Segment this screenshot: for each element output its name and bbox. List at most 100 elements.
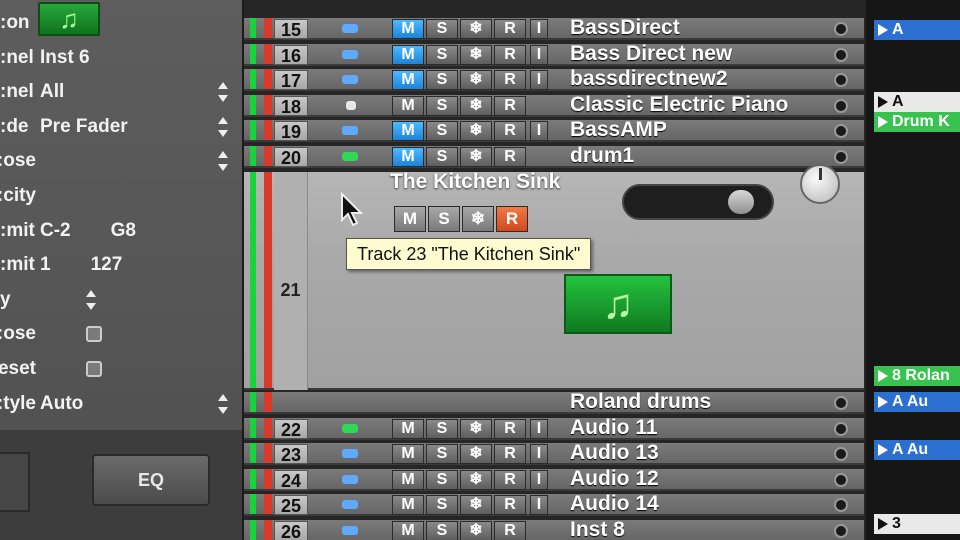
record-button[interactable]: R bbox=[494, 147, 526, 167]
solo-button[interactable]: S bbox=[426, 469, 458, 490]
solo-button[interactable]: S bbox=[426, 147, 458, 167]
record-button[interactable]: R bbox=[494, 121, 526, 142]
track-options-icon[interactable] bbox=[834, 98, 848, 113]
checkbox[interactable] bbox=[86, 361, 102, 377]
arrange-region[interactable]: A Au bbox=[874, 392, 960, 412]
solo-button[interactable]: S bbox=[426, 121, 458, 142]
track-options-icon[interactable] bbox=[834, 73, 848, 88]
stepper-arrows-icon[interactable] bbox=[218, 393, 228, 414]
record-button[interactable]: R bbox=[494, 95, 526, 116]
track-number[interactable]: 21 bbox=[274, 172, 308, 390]
record-button[interactable]: R bbox=[494, 44, 526, 65]
track-name[interactable]: BassAMP bbox=[570, 118, 667, 142]
mute-button[interactable]: M bbox=[394, 206, 426, 232]
track-options-icon[interactable] bbox=[834, 396, 848, 410]
input-monitor-button[interactable]: I bbox=[530, 44, 548, 65]
inspector-value-2[interactable]: 127 bbox=[91, 254, 123, 276]
record-button[interactable]: R bbox=[494, 19, 526, 39]
mute-button[interactable]: M bbox=[392, 418, 424, 439]
track-name[interactable]: BassDirect bbox=[570, 16, 680, 40]
arrange-region[interactable]: 8 Rolan bbox=[874, 366, 960, 386]
mute-button[interactable]: M bbox=[392, 495, 424, 516]
track-row[interactable]: 22 M S ❄ R I Audio 11 bbox=[244, 416, 864, 440]
mute-button[interactable]: M bbox=[392, 19, 424, 39]
solo-button[interactable]: S bbox=[426, 70, 458, 91]
stepper-arrows-icon[interactable] bbox=[218, 116, 228, 137]
track-number[interactable]: 20 bbox=[274, 147, 308, 168]
track-options-icon[interactable] bbox=[834, 498, 848, 513]
inspector-value[interactable]: All bbox=[40, 81, 64, 103]
track-number[interactable]: 26 bbox=[274, 521, 308, 540]
track-number[interactable]: 17 bbox=[274, 70, 308, 91]
track-row[interactable]: 17 M S ❄ R Ibassdirectnew2 bbox=[244, 67, 864, 92]
track-options-icon[interactable] bbox=[834, 421, 848, 436]
track-row[interactable]: Roland drums bbox=[244, 390, 864, 414]
freeze-button[interactable]: ❄ bbox=[460, 121, 492, 142]
track-number[interactable]: 24 bbox=[274, 469, 308, 491]
volume-knob[interactable] bbox=[728, 190, 754, 214]
track-options-icon[interactable] bbox=[834, 22, 848, 36]
inspector-value[interactable]: Pre Fader bbox=[40, 116, 128, 138]
input-monitor-button[interactable]: I bbox=[530, 19, 548, 39]
track-options-icon[interactable] bbox=[834, 447, 848, 462]
track-name[interactable]: Audio 13 bbox=[570, 441, 659, 465]
freeze-button[interactable]: ❄ bbox=[460, 521, 492, 540]
track-name[interactable]: The Kitchen Sink bbox=[390, 170, 560, 194]
pan-knob[interactable] bbox=[800, 164, 840, 204]
freeze-button[interactable]: ❄ bbox=[460, 418, 492, 439]
mute-button[interactable]: M bbox=[392, 469, 424, 490]
arrange-region[interactable]: A bbox=[874, 92, 960, 112]
freeze-button[interactable]: ❄ bbox=[460, 444, 492, 465]
freeze-button[interactable]: ❄ bbox=[460, 70, 492, 91]
freeze-button[interactable]: ❄ bbox=[460, 95, 492, 116]
inspector-value-2[interactable]: G8 bbox=[111, 220, 136, 242]
inspector-value[interactable]: 1 bbox=[40, 254, 51, 276]
track-row[interactable]: 16 M S ❄ R I Bass Direct new bbox=[244, 42, 864, 66]
record-button[interactable]: R bbox=[494, 521, 526, 540]
freeze-button[interactable]: ❄ bbox=[460, 469, 492, 490]
track-name[interactable]: drum1 bbox=[570, 144, 634, 168]
record-button[interactable]: R bbox=[494, 70, 526, 91]
track-row[interactable]: 15 M S ❄ R I BassDirect bbox=[244, 16, 864, 40]
track-name[interactable]: Bass Direct new bbox=[570, 42, 732, 66]
track-name[interactable]: Inst 8 bbox=[570, 518, 625, 540]
stepper-arrows-icon[interactable] bbox=[86, 289, 96, 310]
track-options-icon[interactable] bbox=[834, 124, 848, 139]
record-button[interactable]: R bbox=[496, 206, 528, 232]
inspector-value[interactable]: Inst 6 bbox=[40, 47, 90, 69]
track-row[interactable]: 26 M S ❄ R Inst 8 bbox=[244, 518, 864, 540]
input-monitor-button[interactable]: I bbox=[530, 121, 548, 142]
solo-button[interactable]: S bbox=[426, 95, 458, 116]
track-row[interactable]: 20 M S ❄ Rdrum1 bbox=[244, 144, 864, 168]
mute-button[interactable]: M bbox=[392, 147, 424, 167]
solo-button[interactable]: S bbox=[426, 19, 458, 39]
input-monitor-button[interactable]: I bbox=[530, 495, 548, 516]
record-button[interactable]: R bbox=[494, 418, 526, 439]
mute-button[interactable]: M bbox=[392, 521, 424, 540]
record-button[interactable]: R bbox=[494, 469, 526, 490]
track-number[interactable]: 16 bbox=[274, 44, 308, 66]
solo-button[interactable]: S bbox=[426, 444, 458, 465]
input-monitor-button[interactable]: I bbox=[530, 469, 548, 490]
expanded-track[interactable]: 21 The Kitchen Sink M S ❄ R ♫ Track 23 "… bbox=[244, 164, 864, 390]
inspector-value[interactable]: Auto bbox=[40, 393, 83, 415]
track-name[interactable]: Audio 11 bbox=[570, 416, 658, 440]
track-number[interactable]: 22 bbox=[274, 418, 308, 440]
track-name[interactable]: Classic Electric Piano bbox=[570, 93, 788, 117]
arrange-region[interactable]: A Au bbox=[874, 440, 960, 460]
track-number[interactable]: 18 bbox=[274, 95, 308, 117]
solo-button[interactable]: S bbox=[426, 418, 458, 439]
track-name[interactable]: bassdirectnew2 bbox=[570, 67, 728, 91]
track-row[interactable]: 19 M S ❄ R I BassAMP bbox=[244, 118, 864, 143]
freeze-button[interactable]: ❄ bbox=[460, 147, 492, 167]
freeze-button[interactable]: ❄ bbox=[462, 206, 494, 232]
track-number[interactable]: 23 bbox=[274, 444, 308, 465]
freeze-button[interactable]: ❄ bbox=[460, 44, 492, 65]
solo-button[interactable]: S bbox=[428, 206, 460, 232]
track-number[interactable]: 15 bbox=[274, 19, 308, 40]
track-icon-button[interactable]: ♫ bbox=[564, 274, 672, 334]
track-number[interactable]: 25 bbox=[274, 495, 308, 516]
inspector-slot[interactable] bbox=[0, 452, 30, 512]
checkbox[interactable] bbox=[86, 326, 102, 343]
arrange-area[interactable]: A A Drum K 8 Rolan A Au A Au 3 bbox=[866, 0, 960, 540]
